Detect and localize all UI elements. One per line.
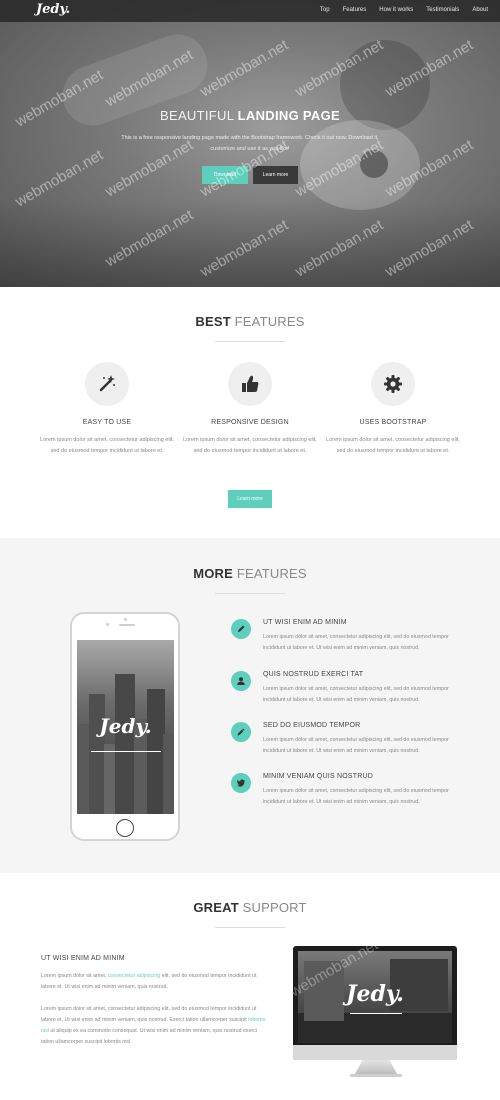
- feature-icon-circle: [371, 362, 415, 406]
- hero-title: BEAUTIFUL LANDING PAGE: [0, 108, 500, 123]
- user-icon: [237, 677, 245, 685]
- support-link[interactable]: consectetur adipiscing: [108, 973, 160, 979]
- feature-icon-circle: [228, 362, 272, 406]
- building-shape: [89, 694, 105, 814]
- hero-description: This is a free responsive landing page m…: [121, 135, 379, 152]
- nav-item-top[interactable]: Top: [320, 7, 330, 13]
- building-shape: [115, 674, 135, 814]
- monitor-screen-logo-line: [350, 1013, 402, 1014]
- best-features-title-light: FEATURES: [234, 314, 305, 329]
- section-divider: [215, 593, 285, 594]
- more-feature-title: QUIS NOSTRUD EXERCI TAT: [263, 671, 364, 678]
- nav-item-about[interactable]: About: [472, 7, 488, 13]
- more-feature-title: UT WISI ENIM AD MINIM: [263, 619, 347, 626]
- section-divider: [215, 927, 285, 928]
- feature-text: Lorem ipsum dolor sit amet, consectetur …: [40, 437, 174, 454]
- building-shape: [163, 734, 174, 814]
- more-feature-text: Lorem ipsum dolor sit amet, consectetur …: [263, 737, 449, 754]
- thumbs-up-icon: [242, 375, 259, 392]
- more-feature-text: Lorem ipsum dolor sit amet, consectetur …: [263, 686, 449, 703]
- best-features-title: BEST FEATURES: [0, 314, 500, 329]
- more-features-title: MORE FEATURES: [0, 566, 500, 581]
- phone-screen-logo: Jedy.: [99, 714, 152, 738]
- great-support-title: GREAT SUPPORT: [0, 900, 500, 915]
- phone-screen-logo-line: [91, 751, 161, 752]
- support-text: Lorem ipsum dolor sit amet, consectetur …: [41, 1006, 257, 1023]
- nav-item-how-it-works[interactable]: How it works: [379, 7, 413, 13]
- support-subtitle: UT WISI ENIM AD MINIM: [41, 955, 125, 962]
- monitor-screen: Jedy.: [298, 951, 452, 1043]
- hero-title-light: BEAUTIFUL: [160, 108, 234, 123]
- more-features-title-bold: MORE: [193, 566, 233, 581]
- monitor-mockup: Jedy.: [293, 946, 457, 1060]
- nav-item-testimonials[interactable]: Testimonials: [426, 7, 459, 13]
- pencil-icon: [238, 625, 245, 632]
- hero-title-bold: LANDING PAGE: [237, 108, 340, 123]
- more-feature-title: SED DO EIUSMOD TEMPOR: [263, 722, 361, 729]
- gear-icon: [384, 375, 402, 393]
- support-text: ut aliquip ex ea commodo consequat. Ut w…: [41, 1028, 258, 1045]
- feature-text: Lorem ipsum dolor sit amet, consectetur …: [183, 437, 317, 454]
- more-feature-text: Lorem ipsum dolor sit amet, consectetur …: [263, 634, 449, 651]
- support-text: Lorem ipsum dolor sit amet,: [41, 973, 107, 979]
- pen-icon: [237, 728, 245, 736]
- phone-sensor: [106, 623, 109, 626]
- more-features-title-light: FEATURES: [236, 566, 307, 581]
- more-feature-icon-circle: [231, 671, 251, 691]
- nav-item-features[interactable]: Features: [343, 7, 367, 13]
- monitor-chin: [293, 1045, 457, 1060]
- feature-title: RESPONSIVE DESIGN: [211, 419, 289, 426]
- more-feature-icon-circle: [231, 773, 251, 793]
- section-divider: [215, 341, 285, 342]
- feature-uses-bootstrap: USES BOOTSTRAP Lorem ipsum dolor sit ame…: [323, 362, 463, 457]
- phone-screen: Jedy.: [77, 640, 174, 814]
- download-button[interactable]: Download: [202, 166, 248, 184]
- twitter-icon: [236, 779, 245, 787]
- nav-menu: Top Features How it works Testimonials A…: [320, 7, 488, 13]
- features-learn-more-button[interactable]: Learn more: [228, 490, 272, 508]
- monitor-screen-logo: Jedy.: [346, 981, 404, 1007]
- more-feature-title: MINIM VENIAM QUIS NOSTRUD: [263, 773, 374, 780]
- phone-home-button: [116, 819, 134, 837]
- support-paragraph-2: Lorem ipsum dolor sit amet, consectetur …: [41, 1004, 266, 1048]
- monitor-stand-base: [350, 1074, 402, 1077]
- monitor-stand: [355, 1060, 397, 1074]
- learn-more-button[interactable]: Learn more: [253, 166, 298, 184]
- great-support-title-bold: GREAT: [193, 900, 239, 915]
- feature-responsive-design: RESPONSIVE DESIGN Lorem ipsum dolor sit …: [180, 362, 320, 457]
- more-feature-icon-circle: [231, 722, 251, 742]
- more-feature-icon-circle: [231, 619, 251, 639]
- support-paragraph-1: Lorem ipsum dolor sit amet, consectetur …: [41, 971, 266, 993]
- logo[interactable]: Jedy.: [36, 2, 70, 17]
- phone-mockup: Jedy.: [70, 612, 180, 841]
- best-features-title-bold: BEST: [195, 314, 231, 329]
- hero-bg-shade: [0, 200, 500, 287]
- navbar: Jedy. Top Features How it works Testimon…: [0, 0, 500, 22]
- more-feature-text: Lorem ipsum dolor sit amet, consectetur …: [263, 788, 449, 805]
- feature-easy-to-use: EASY TO USE Lorem ipsum dolor sit amet, …: [37, 362, 177, 457]
- feature-text: Lorem ipsum dolor sit amet, consectetur …: [326, 437, 460, 454]
- feature-title: EASY TO USE: [82, 419, 132, 426]
- hero-section: BEAUTIFUL LANDING PAGE This is a free re…: [0, 0, 500, 287]
- phone-camera: [124, 618, 127, 621]
- phone-speaker: [119, 624, 135, 626]
- great-support-title-light: SUPPORT: [242, 900, 307, 915]
- feature-icon-circle: [85, 362, 129, 406]
- magic-wand-icon: [99, 375, 115, 392]
- feature-title: USES BOOTSTRAP: [359, 419, 427, 426]
